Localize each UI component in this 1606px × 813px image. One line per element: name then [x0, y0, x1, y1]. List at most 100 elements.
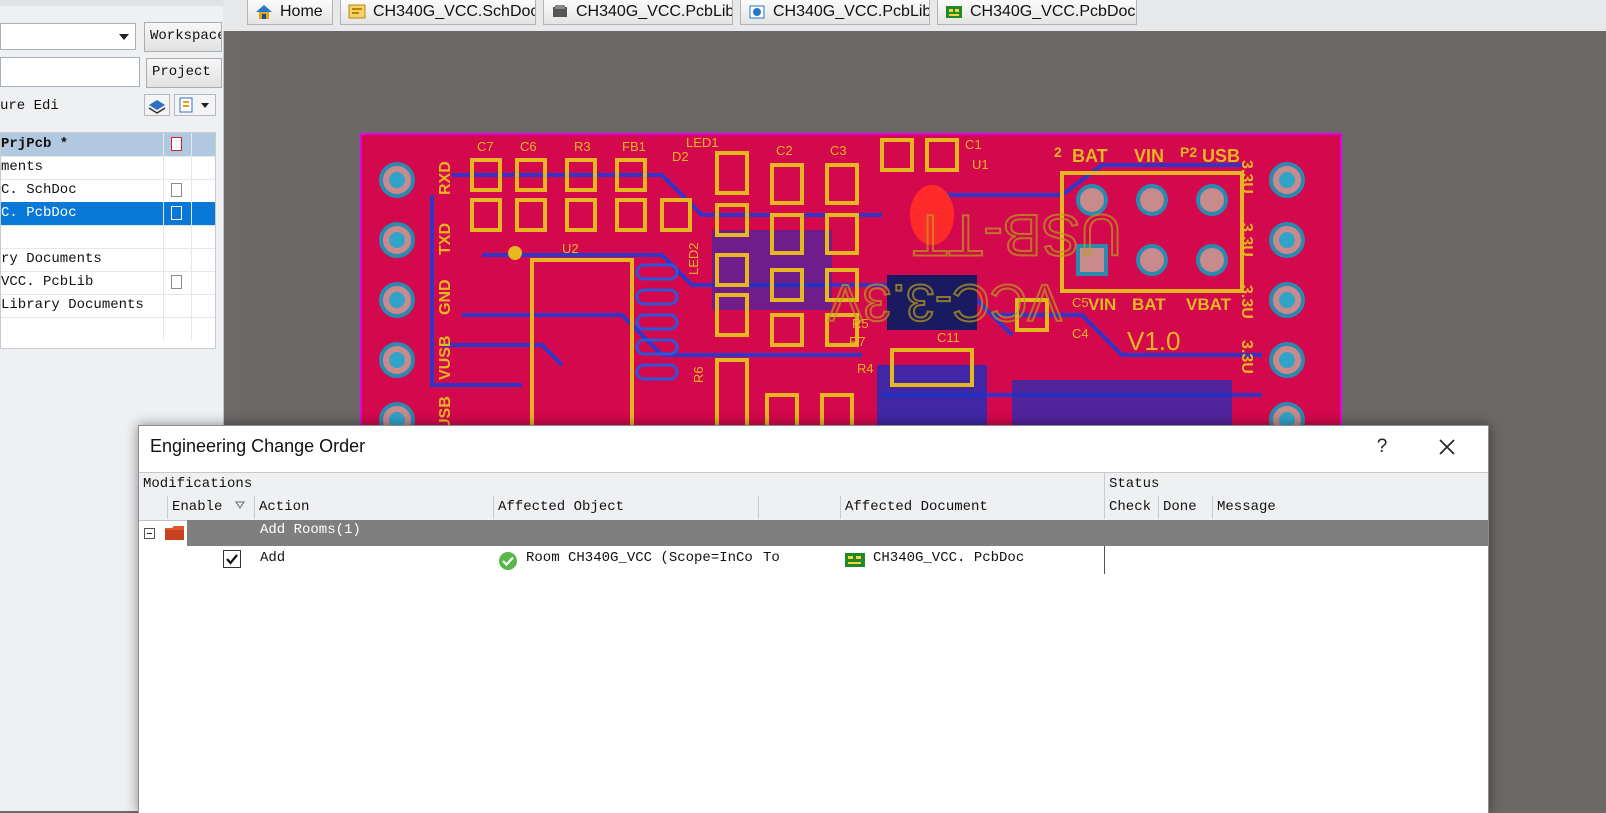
- filter-icon[interactable]: [234, 500, 245, 510]
- close-button[interactable]: [1431, 434, 1463, 460]
- tree-cell: [191, 294, 216, 317]
- folder-icon: [165, 526, 184, 540]
- close-icon: [1439, 439, 1455, 455]
- tree-item-label: ments: [1, 159, 44, 175]
- row-divider: [1104, 546, 1105, 574]
- home-icon: [256, 5, 272, 19]
- tree-item-label: ry Documents: [1, 251, 102, 267]
- pcb-label-r7: R7: [849, 334, 866, 349]
- document-icon: [171, 275, 182, 289]
- tree-item-other-library[interactable]: Library Documents: [1, 294, 215, 318]
- pcb-label-fb1: FB1: [622, 139, 646, 154]
- tab-pcblib[interactable]: CH340G_VCC.PcbLib: [543, 0, 733, 25]
- panel-header-strip: [0, 0, 223, 6]
- collapse-icon[interactable]: [144, 528, 155, 539]
- tree-item-project[interactable]: PrjPcb *: [1, 133, 215, 157]
- project-tree: PrjPcb * ments C. SchDoc C. PcbDoc ry Do…: [0, 132, 216, 349]
- tab-home[interactable]: Home: [247, 0, 333, 25]
- pcb-label-3v3-2: 3.3U: [1238, 223, 1255, 257]
- document-tab-bar: Home CH340G_VCC.SchDoc CH340G_VCC.PcbLib…: [223, 0, 1606, 31]
- pcblib-3d-icon: [749, 5, 765, 19]
- pcb-label-c7: C7: [477, 139, 494, 154]
- pcb-label-3v3-1: 3.3U: [1238, 160, 1255, 194]
- tab-label: CH340G_VCC.PcbLib: [773, 3, 930, 20]
- pcb-label-r4: R4: [857, 361, 874, 376]
- group-row-highlight: [187, 520, 1488, 546]
- tab-label: Home: [280, 3, 323, 20]
- pcb-artwork: USB-TT VCC-3.3V C7 C6 R3 FB1 LED1 D2 C2 …: [379, 135, 1305, 435]
- tree-item-library-documents[interactable]: ry Documents: [1, 248, 215, 272]
- column-message[interactable]: Message: [1212, 496, 1488, 519]
- section-header-row: Modifications Status: [139, 473, 1488, 497]
- tree-cell: [191, 156, 216, 179]
- document-icon: [171, 206, 182, 220]
- workspace-button[interactable]: Workspace: [144, 22, 222, 52]
- workspace-combo[interactable]: [0, 23, 136, 50]
- tab-pcblib-2[interactable]: CH340G_VCC.PcbLib: [740, 0, 930, 25]
- help-button[interactable]: ?: [1367, 434, 1397, 460]
- pcb-label-bat: BAT: [1072, 146, 1108, 166]
- pcb-label-txd: TXD: [437, 223, 454, 255]
- tree-item-label: Library Documents: [1, 297, 144, 313]
- layers-icon[interactable]: [144, 94, 170, 116]
- row-action: Add: [260, 550, 286, 566]
- pcb-label-r3: R3: [574, 139, 591, 154]
- column-affected-object[interactable]: Affected Object: [493, 496, 758, 519]
- chevron-down-icon[interactable]: [119, 34, 129, 40]
- pcb-label-r6: R6: [691, 366, 706, 383]
- enable-checkbox[interactable]: [223, 550, 241, 568]
- tree-item-pcblib[interactable]: VCC. PcbLib: [1, 271, 215, 295]
- pcb-label-u2: U2: [562, 241, 579, 256]
- tree-cell: [163, 271, 192, 294]
- pcb-board[interactable]: USB-TT VCC-3.3V C7 C6 R3 FB1 LED1 D2 C2 …: [360, 133, 1342, 437]
- column-enable[interactable]: Enable: [167, 496, 254, 519]
- tree-item-label: C. PcbDoc: [1, 205, 77, 221]
- document-icon: [171, 183, 182, 197]
- column-action[interactable]: Action: [254, 496, 494, 519]
- changes-grid: Modifications Status Enable Action Affec…: [139, 472, 1488, 813]
- section-modifications: Modifications: [143, 476, 253, 492]
- tree-item-label: C. SchDoc: [1, 182, 77, 198]
- project-button[interactable]: Project: [146, 58, 222, 88]
- tree-cell: [163, 248, 192, 271]
- tree-item-label: VCC. PcbLib: [1, 274, 94, 290]
- tree-spacer: [1, 317, 215, 340]
- tree-cell: [163, 294, 192, 317]
- column-enable-label: Enable: [172, 499, 223, 515]
- tab-pcbdoc[interactable]: CH340G_VCC.PcbDoc: [937, 0, 1137, 25]
- pcb-label-d2: D2: [672, 149, 689, 164]
- document-options-icon[interactable]: [174, 94, 216, 116]
- tree-item-folder-source[interactable]: ments: [1, 156, 215, 180]
- checkmark-icon: [226, 554, 238, 565]
- column-affected-document[interactable]: Affected Document: [840, 496, 1104, 519]
- section-status: Status: [1104, 473, 1488, 496]
- column-done[interactable]: Done: [1158, 496, 1212, 519]
- table-row[interactable]: Add Room CH340G_VCC (Scope=InCo To CH340…: [139, 546, 1488, 574]
- pcb-label-vusb: VUSB: [437, 336, 454, 380]
- pcb-label-3v3-3: 3.3U: [1238, 285, 1255, 319]
- tree-spacer: [1, 225, 215, 249]
- structure-editor-label: ure Edi: [0, 98, 59, 114]
- group-row[interactable]: Add Rooms(1): [139, 520, 1488, 546]
- row-to: To: [763, 550, 780, 566]
- tab-label: CH340G_VCC.PcbLib: [576, 3, 733, 20]
- tab-schdoc[interactable]: CH340G_VCC.SchDoc: [340, 0, 536, 25]
- project-field[interactable]: [0, 57, 140, 87]
- pcb-label-c6: C6: [520, 139, 537, 154]
- pcb-label-vin-2: VIN: [1088, 295, 1116, 314]
- pcb-label-led2: LED2: [686, 242, 701, 275]
- pcb-label-rxd: RXD: [437, 161, 454, 195]
- tree-cell: [191, 225, 216, 248]
- tree-item-pcbdoc[interactable]: C. PcbDoc: [1, 202, 215, 226]
- tree-item-schdoc[interactable]: C. SchDoc: [1, 179, 215, 203]
- dialog-title: Engineering Change Order: [150, 436, 366, 456]
- pcb-label-usb: USB: [1202, 146, 1240, 166]
- tab-label: CH340G_VCC.PcbDoc: [970, 3, 1136, 20]
- tree-item-label: PrjPcb *: [1, 136, 69, 152]
- pcb-label-p2: P2: [1180, 144, 1197, 160]
- room-icon: [499, 552, 517, 570]
- tree-cell: [163, 317, 192, 340]
- column-to[interactable]: [758, 496, 841, 519]
- column-check[interactable]: Check: [1104, 496, 1158, 519]
- tab-label: CH340G_VCC.SchDoc: [373, 3, 536, 20]
